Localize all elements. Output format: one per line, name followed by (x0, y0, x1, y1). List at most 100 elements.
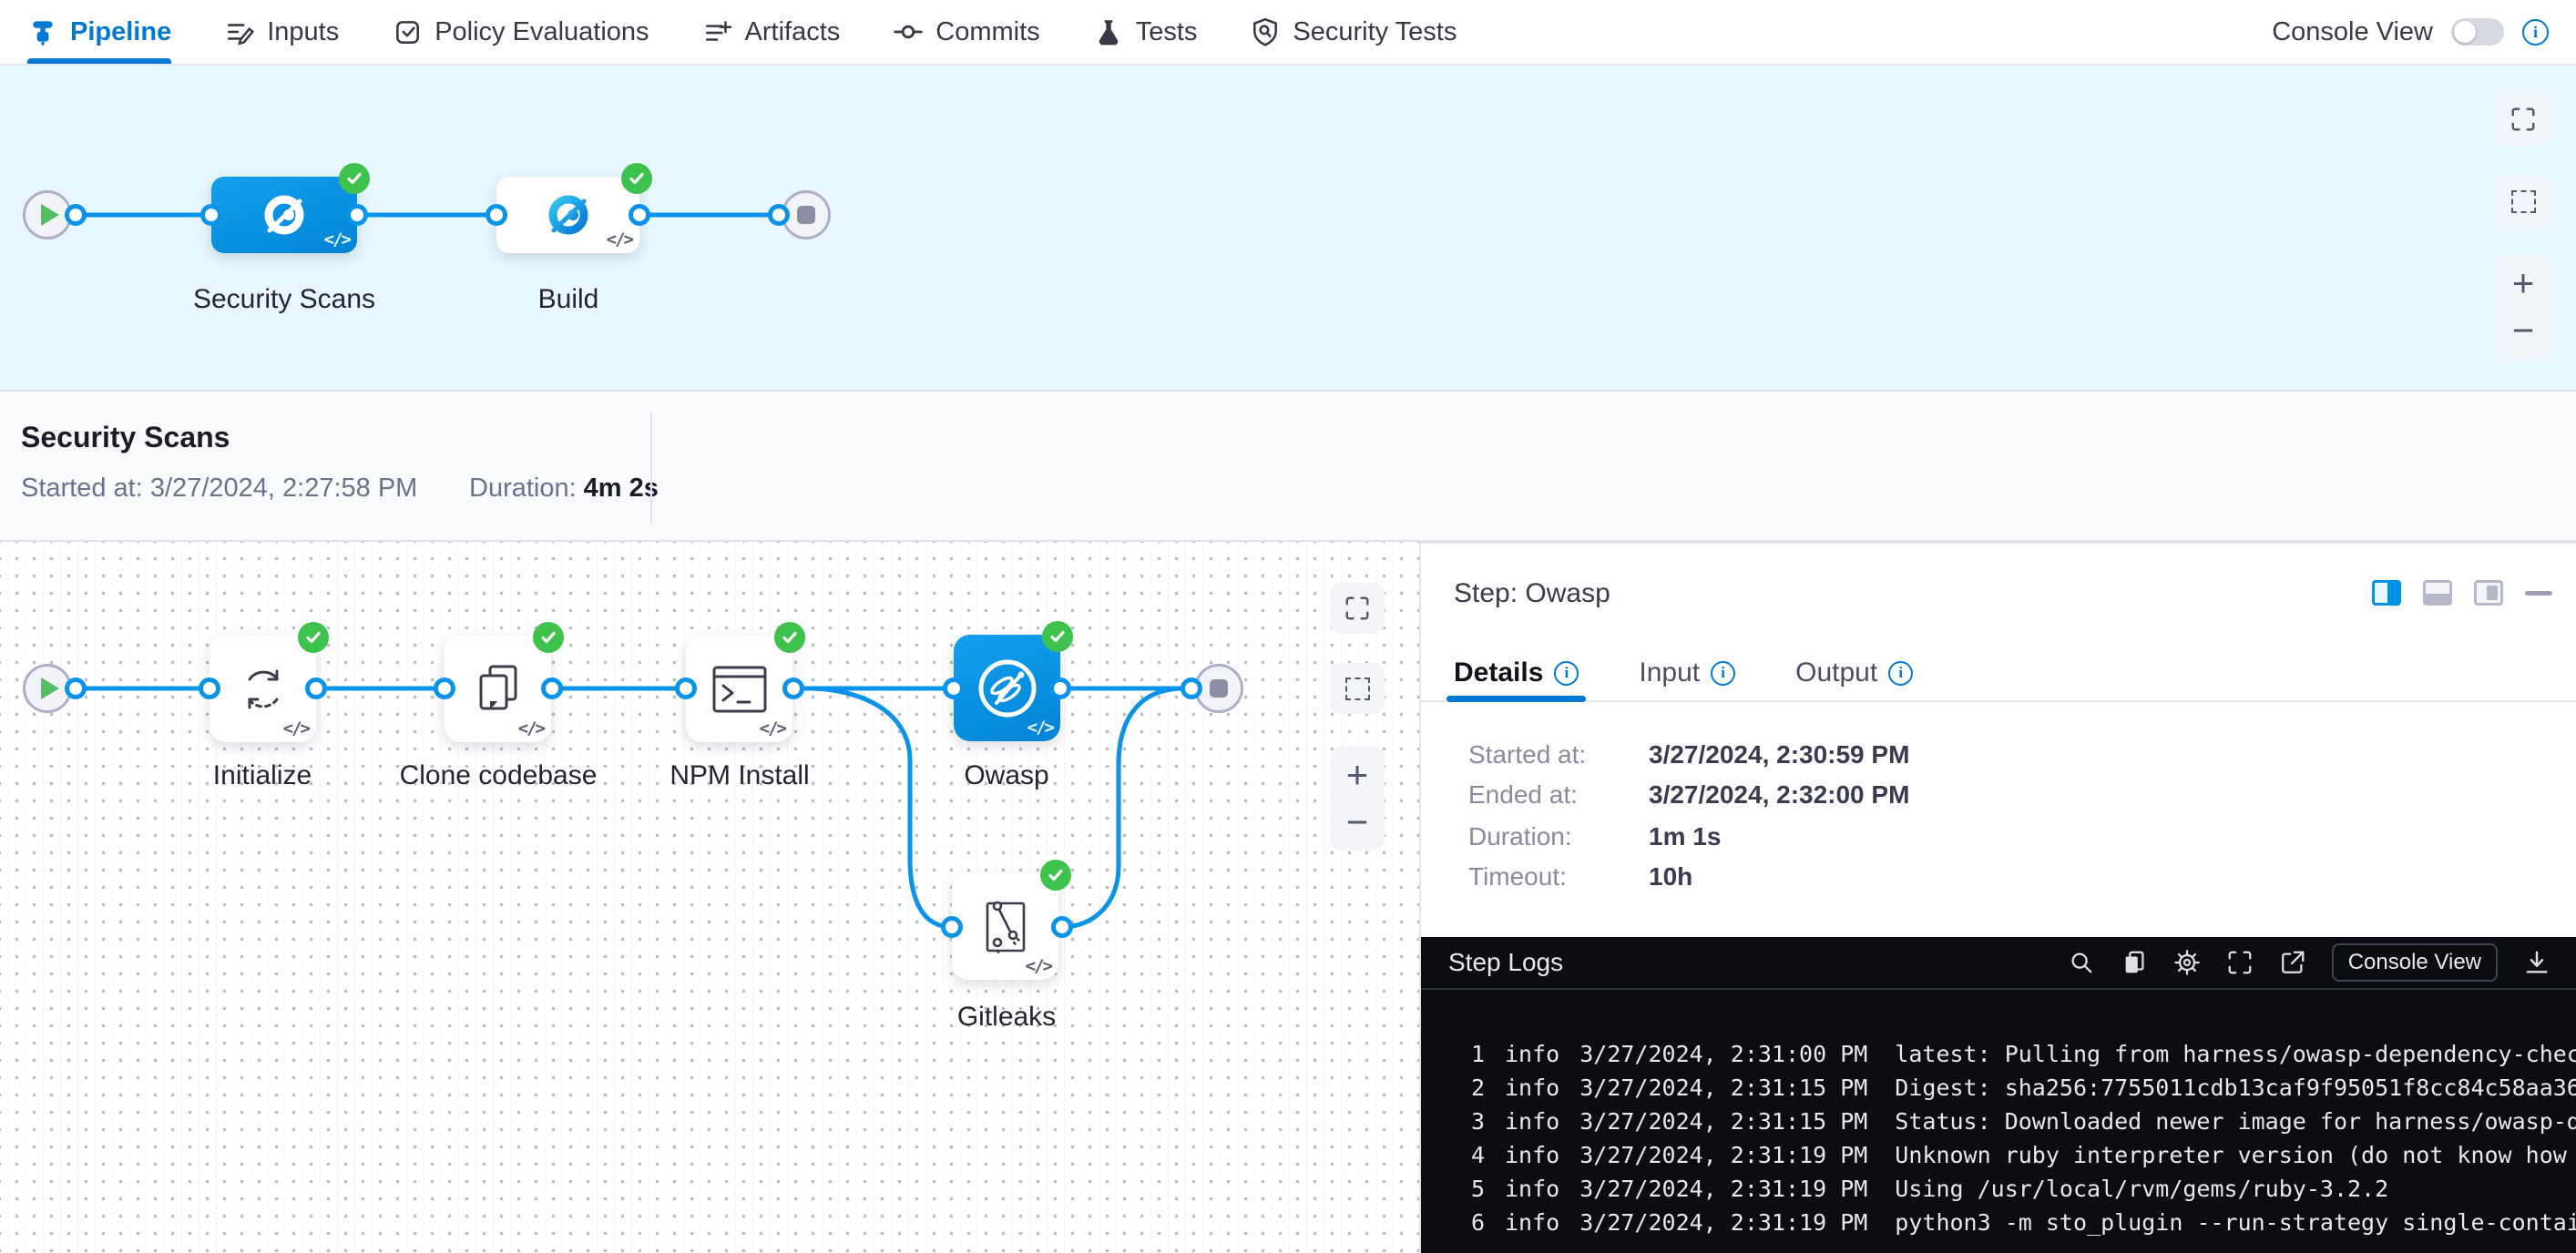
tab-input[interactable]: Input i (1639, 646, 1735, 700)
duration-value: 4m 2s (584, 474, 659, 503)
log-line: 3info3/27/2024, 2:31:15 PMStatus: Downlo… (1421, 1105, 2576, 1138)
step-label[interactable]: NPM Install (603, 760, 876, 791)
stage-info-bar: Security Scans Started at: 3/27/2024, 2:… (0, 390, 2576, 542)
copy-logs-icon[interactable] (2121, 949, 2148, 976)
nav-tab-commits[interactable]: Commits (893, 0, 1039, 64)
zoom-out-button[interactable]: − (1346, 803, 1369, 841)
nav-tab-security-tests[interactable]: Security Tests (1250, 0, 1457, 64)
log-line: 4info3/27/2024, 2:31:19 PMUnknown ruby i… (1421, 1138, 2576, 1172)
nav-tab-artifacts[interactable]: Artifacts (702, 0, 841, 64)
success-badge (298, 622, 329, 653)
stage-start-node (23, 664, 72, 713)
stage-started-at: Started at: 3/27/2024, 2:27:58 PM (21, 474, 417, 504)
stop-icon (797, 206, 815, 224)
console-view-button[interactable]: Console View (2332, 943, 2498, 982)
stage-canvas-zoom-controls: + − (2496, 255, 2550, 359)
marquee-select-icon (1345, 677, 1370, 700)
log-message: python3 -m sto_plugin --run-strategy sin… (1895, 1209, 2576, 1236)
play-icon (41, 204, 59, 226)
minimize-panel-button[interactable] (2525, 591, 2552, 596)
step-logs-toolbar: Console View (2068, 943, 2550, 982)
log-message: Using /usr/local/rvm/gems/ruby-3.2.2 (1895, 1176, 2388, 1202)
stage-card-build[interactable]: </> (496, 177, 639, 253)
step-label[interactable]: Owasp (870, 760, 1143, 791)
zoom-out-button[interactable]: − (2512, 311, 2535, 350)
step-canvas-zoom-controls: + − (1330, 747, 1385, 851)
step-label[interactable]: Initialize (126, 760, 399, 791)
zoom-in-button[interactable]: + (1346, 756, 1369, 794)
success-badge (1042, 621, 1073, 652)
log-line: 1info3/27/2024, 2:31:00 PMlatest: Pullin… (1421, 1037, 2576, 1071)
nav-tab-label: Security Tests (1293, 17, 1457, 47)
layout-right-split-button[interactable] (2372, 580, 2401, 606)
log-settings-icon[interactable] (2173, 949, 2201, 976)
step-card-npm-install[interactable]: </> (686, 636, 792, 742)
step-card-initialize[interactable]: </> (210, 636, 316, 742)
code-badge: </> (518, 718, 544, 739)
nav-tabs: Pipeline Inputs Policy Evaluations Artif… (27, 0, 1457, 64)
stage-graph-canvas[interactable]: </> </> Security Scans Build (0, 66, 2576, 390)
step-logs-body[interactable]: 1info3/27/2024, 2:31:00 PMlatest: Pullin… (1421, 988, 2576, 1253)
open-in-new-tab-icon[interactable] (2279, 949, 2306, 976)
stop-icon (1210, 679, 1228, 698)
layout-floating-button[interactable] (2474, 580, 2503, 606)
step-graph-canvas[interactable]: </> </> </> </> (0, 542, 1419, 1253)
search-logs-icon[interactable] (2068, 949, 2095, 976)
step-canvas-select-button[interactable] (1330, 663, 1385, 714)
panel-layout-controls (2372, 580, 2552, 606)
inputs-icon (224, 16, 255, 47)
stage-card-security-scans[interactable]: </> (211, 177, 357, 253)
tab-output[interactable]: Output i (1795, 646, 1913, 700)
details-info-icon[interactable]: i (1554, 661, 1579, 686)
log-level: info (1505, 1075, 1559, 1101)
log-level: info (1505, 1142, 1559, 1168)
nav-tab-policy-evaluations[interactable]: Policy Evaluations (392, 0, 649, 64)
step-card-owasp[interactable]: </> (954, 635, 1060, 741)
stage-label[interactable]: Build (432, 284, 705, 315)
started-value: 3/27/2024, 2:27:58 PM (150, 474, 417, 503)
console-view-info-icon[interactable]: i (2522, 19, 2549, 46)
console-view-toggle[interactable] (2451, 18, 2504, 46)
zoom-in-button[interactable]: + (2512, 264, 2535, 302)
nav-tab-inputs[interactable]: Inputs (224, 0, 339, 64)
commits-icon (893, 16, 924, 47)
policy-evaluations-icon (392, 16, 423, 47)
step-label[interactable]: Gitleaks (870, 1002, 1143, 1033)
detail-row-duration: Duration: 1m 1s (1468, 822, 1572, 851)
nav-tab-pipeline[interactable]: Pipeline (27, 0, 171, 64)
success-badge (621, 163, 652, 194)
nav-tab-label: Policy Evaluations (434, 17, 649, 47)
check-icon (345, 169, 363, 188)
tab-label: Output (1795, 657, 1877, 688)
log-timestamp: 3/27/2024, 2:31:19 PM (1579, 1176, 1867, 1202)
step-canvas-fullscreen-button[interactable] (1330, 583, 1385, 634)
layout-bottom-split-button[interactable] (2423, 580, 2452, 606)
stage-info-title: Security Scans (21, 421, 230, 454)
log-line-number: 3 (1457, 1105, 1485, 1138)
log-level: info (1505, 1108, 1559, 1135)
step-logs-header: Step Logs Console View (1421, 937, 2576, 988)
code-badge: </> (1027, 718, 1053, 738)
input-info-icon[interactable]: i (1711, 661, 1735, 686)
download-logs-icon[interactable] (2523, 949, 2550, 976)
expand-logs-icon[interactable] (2226, 949, 2254, 976)
stage-canvas-fullscreen-button[interactable] (2496, 94, 2550, 145)
step-card-gitleaks[interactable]: </> (952, 873, 1058, 980)
check-icon (781, 628, 799, 647)
detail-label: Duration: (1468, 822, 1572, 851)
stage-label[interactable]: Security Scans (148, 284, 421, 315)
nav-tab-label: Tests (1136, 17, 1198, 47)
pipeline-execution-screen: Pipeline Inputs Policy Evaluations Artif… (0, 0, 2576, 1253)
step-card-clone-codebase[interactable]: </> (445, 636, 551, 742)
log-line: 2info3/27/2024, 2:31:15 PMDigest: sha256… (1421, 1071, 2576, 1105)
tab-details[interactable]: Details i (1454, 646, 1579, 700)
nav-tab-tests[interactable]: Tests (1093, 0, 1198, 64)
top-navigation: Pipeline Inputs Policy Evaluations Artif… (0, 0, 2576, 66)
artifacts-icon (702, 16, 733, 47)
stage-canvas-select-button[interactable] (2496, 176, 2550, 227)
pipeline-start-node (23, 190, 72, 239)
stage-connectors (0, 66, 2576, 390)
output-info-icon[interactable]: i (1888, 661, 1913, 686)
success-badge (774, 622, 805, 653)
step-label[interactable]: Clone codebase (362, 760, 635, 791)
